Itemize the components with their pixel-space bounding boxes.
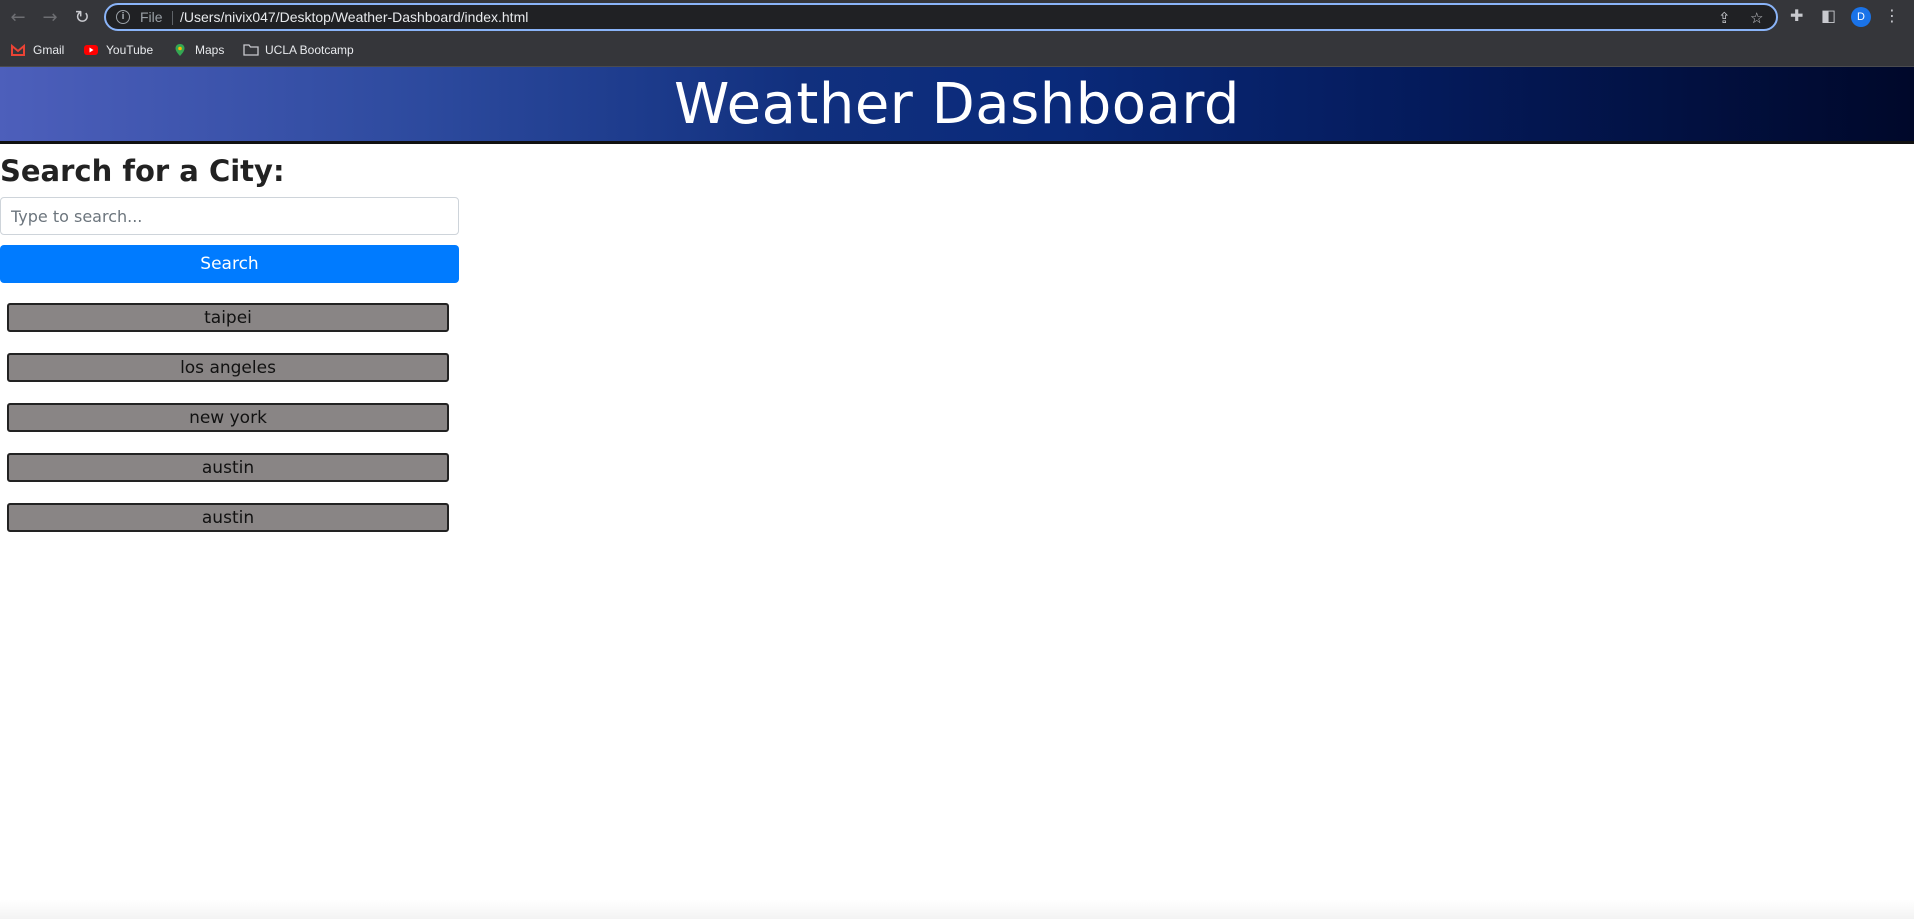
profile-avatar[interactable]: D: [1851, 7, 1871, 27]
bookmark-label: UCLA Bootcamp: [265, 43, 354, 57]
file-label: File: [140, 9, 163, 25]
bottom-shadow: [0, 900, 1914, 919]
more-menu-icon[interactable]: ⋮: [1884, 6, 1900, 25]
address-bar[interactable]: i File /Users/nivix047/Desktop/Weather-D…: [104, 3, 1778, 31]
omnibox-divider: [172, 11, 173, 25]
bookmark-label: Maps: [195, 43, 225, 57]
search-heading: Search for a City:: [0, 154, 285, 188]
gmail-icon: [11, 43, 25, 57]
youtube-icon: [84, 43, 98, 57]
info-icon[interactable]: i: [116, 10, 130, 24]
maps-icon: [173, 43, 187, 57]
bookmark-maps[interactable]: Maps: [173, 41, 224, 59]
share-icon[interactable]: ⇪: [1718, 9, 1731, 27]
history-city-button[interactable]: austin: [7, 453, 449, 482]
folder-icon: [243, 43, 259, 57]
history-city-button[interactable]: new york: [7, 403, 449, 432]
city-search-input[interactable]: [0, 197, 459, 235]
reload-icon[interactable]: ↻: [70, 5, 94, 29]
forward-arrow-icon[interactable]: →: [38, 5, 62, 29]
back-arrow-icon[interactable]: ←: [6, 5, 30, 29]
history-city-button[interactable]: los angeles: [7, 353, 449, 382]
bookmarks-bar: Gmail YouTube Maps UCLA Bootcamp: [0, 34, 1914, 67]
search-button[interactable]: Search: [0, 245, 459, 283]
url-text[interactable]: /Users/nivix047/Desktop/Weather-Dashboar…: [180, 9, 528, 25]
page-title: Weather Dashboard: [674, 71, 1240, 137]
bookmark-label: Gmail: [33, 43, 65, 57]
bookmark-star-icon[interactable]: ☆: [1750, 9, 1763, 27]
bookmark-youtube[interactable]: YouTube: [84, 41, 153, 59]
bookmark-gmail[interactable]: Gmail: [11, 41, 64, 59]
page-header: Weather Dashboard: [0, 67, 1914, 144]
history-city-button[interactable]: taipei: [7, 303, 449, 332]
extensions-icon[interactable]: ✚: [1790, 6, 1803, 25]
history-city-button[interactable]: austin: [7, 503, 449, 532]
browser-toolbar: ← → ↻ i File /Users/nivix047/Desktop/Wea…: [0, 0, 1914, 34]
bookmark-label: YouTube: [106, 43, 154, 57]
side-panel-icon[interactable]: ◧: [1821, 6, 1836, 25]
bookmark-ucla-bootcamp[interactable]: UCLA Bootcamp: [243, 41, 354, 59]
